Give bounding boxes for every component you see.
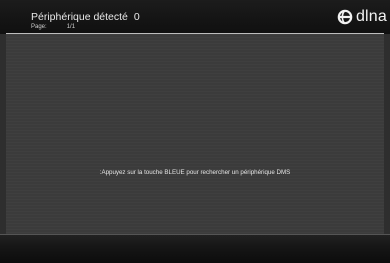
title-row: Périphérique détecté 0 bbox=[31, 11, 140, 23]
dlna-screen: Périphérique détecté 0 Page: 1/1 dlna :App… bbox=[0, 0, 390, 263]
footer-bar bbox=[0, 234, 390, 263]
dlna-logo-text: dlna bbox=[355, 8, 387, 25]
dlna-logo-icon bbox=[337, 9, 353, 25]
right-edge bbox=[384, 34, 390, 234]
dlna-logo: dlna bbox=[336, 9, 387, 25]
page-indicator: Page: 1/1 bbox=[31, 24, 75, 31]
footer-divider bbox=[0, 234, 390, 235]
header-bar: Périphérique détecté 0 Page: 1/1 dlna bbox=[0, 0, 390, 34]
device-count: 0 bbox=[133, 11, 140, 23]
search-hint-message: :Appuyez sur la touche BLEUE pour recher… bbox=[99, 169, 291, 176]
page-label: Page: bbox=[31, 24, 47, 30]
page-value: 1/1 bbox=[66, 24, 76, 30]
page-title: Périphérique détecté bbox=[31, 11, 128, 23]
device-list-area: :Appuyez sur la touche BLEUE pour recher… bbox=[6, 34, 384, 234]
